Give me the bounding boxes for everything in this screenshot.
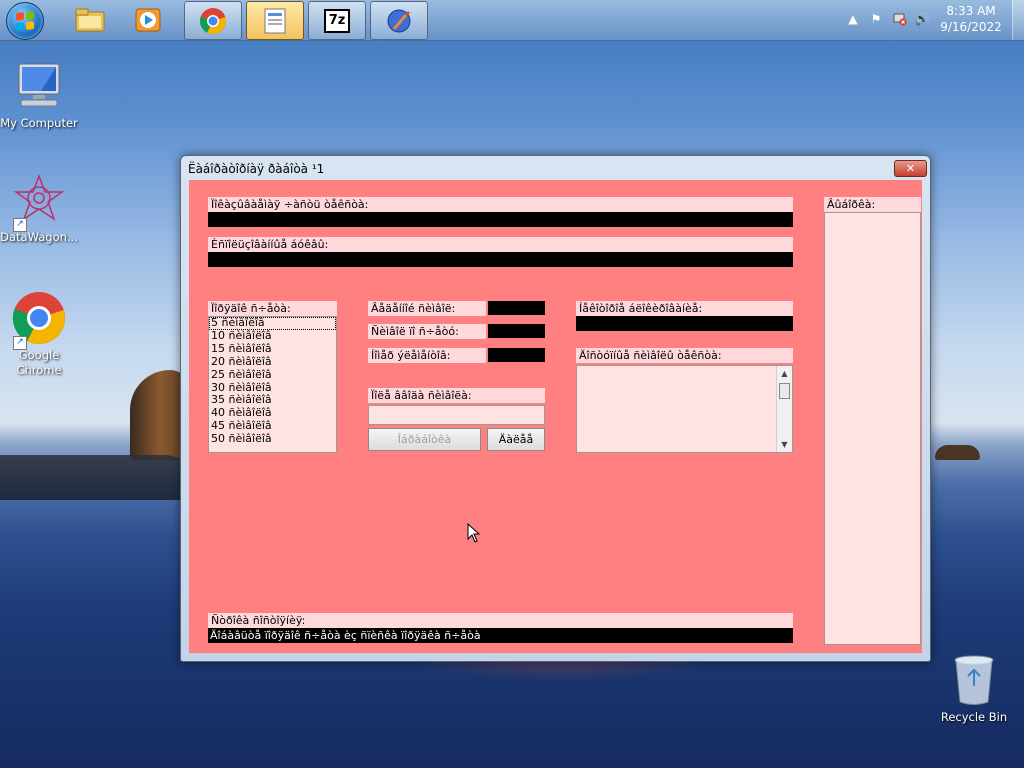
scroll-down-icon[interactable]: ▼ [777,437,792,452]
desktop-icon-label: Google Chrome [16,348,62,377]
desktop-icon-recycle-bin[interactable]: Recycle Bin [935,652,1013,725]
action-center-icon[interactable]: ⚑ [868,11,884,27]
close-button[interactable]: ✕ [894,160,927,177]
sidebar-label: Âûáîðêà: [824,197,921,212]
recycle-bin-icon [954,655,994,705]
desktop-icon-chrome[interactable]: ↗ Google Chrome [0,290,78,378]
new-text-input[interactable] [368,405,545,425]
desktop-icon-datawagon[interactable]: ↗ DataWagon... [0,172,78,245]
sidebar-listbox[interactable] [824,212,921,645]
taskbar-media-button[interactable] [120,1,176,38]
frequency-label: Íåêîòîðîå áëîêèðîâàíèå: [576,301,793,316]
taskbar-7zip-button[interactable]: 7z [308,1,366,40]
list-item[interactable]: 15 ñèìâîëîâ [209,342,336,356]
chars-label: Ñèìâîë ïî ñ÷åòó: [368,324,486,339]
start-button[interactable] [6,2,44,40]
desktop-icon-label: Recycle Bin [940,710,1008,724]
stats-textarea[interactable]: ▲ ▼ [576,365,793,453]
taskbar: 7z ▲ ⚑ 🔊 8:33 AM 9/16/2022 [0,0,1024,41]
clock-date: 9/16/2022 [940,20,1002,34]
counter-label: Ïîêàçûâàåìàÿ ÷àñòü òåêñòà: [208,197,793,212]
list-item[interactable]: 50 ñèìâîëîâ [209,432,336,446]
taskbar-app-button[interactable] [246,1,304,40]
window-title: Ëàáîðàòîðíàÿ ðàáîòà ¹1 [188,162,325,176]
status-label: Ñòðîêà ñîñòîÿíèÿ: [208,613,793,628]
mouse-cursor-icon [467,523,481,543]
desktop-icon-label: My Computer [0,116,78,130]
desktop-icon-label: DataWagon... [0,230,78,244]
taskbar-chrome-button[interactable] [184,1,242,40]
chrome-icon [199,7,226,34]
vertical-scrollbar[interactable]: ▲ ▼ [776,366,792,452]
sym-count-label: Íîìåð ýëåìåíòîâ: [368,348,486,363]
result-label: Èñïîëüçîâàííûå áóêâû: [208,237,793,252]
scroll-up-icon[interactable]: ▲ [777,366,792,381]
taskbar-pen-app-button[interactable] [370,1,428,40]
wallpaper-rock-right [935,445,980,460]
show-desktop-button[interactable] [1012,0,1024,40]
windows-logo-icon [16,11,34,31]
clock[interactable]: 8:33 AM 9/16/2022 [940,3,1002,35]
scroll-thumb[interactable] [779,383,790,399]
wallpaper-shore [0,455,200,500]
desktop-icon-my-computer[interactable]: My Computer [0,58,78,131]
7zip-label: 7z [328,13,346,28]
interval-listbox[interactable]: 5 ñèìâîëîâ 10 ñèìâîëîâ 15 ñèìâîëîâ 20 ñè… [208,316,337,453]
app-icon [264,8,286,33]
list-item[interactable]: 5 ñèìâîëîâ [209,316,336,330]
sym-count-output [488,348,545,362]
media-player-icon [135,8,161,31]
list-item[interactable]: 20 ñèìâîëîâ [209,355,336,369]
frequency-output [576,316,793,331]
new-text-label: Ïîëå ââîäà ñèìâîëà: [368,388,545,403]
close-icon: ✕ [905,162,916,175]
shortcut-arrow-icon: ↗ [13,218,27,232]
clock-time: 8:33 AM [946,4,996,18]
list-item[interactable]: 10 ñèìâîëîâ [209,329,336,343]
folder-icon [75,8,105,31]
taskbar-explorer-button[interactable] [62,1,118,38]
network-icon[interactable] [892,11,908,27]
window-client-area: Ïîêàçûâàåìàÿ ÷àñòü òåêñòà: Èñïîëüçîâàííû… [189,180,922,653]
chars-output [488,324,545,338]
list-item[interactable]: 25 ñèìâîëîâ [209,368,336,382]
pen-app-icon [387,9,411,32]
computer-icon [18,63,60,107]
next-button[interactable]: Äàëåå [487,428,545,451]
7zip-icon: 7z [324,8,350,33]
stats-label: Äîñòóïíûå ñèìâîëû òåêñòà: [576,348,793,363]
shortcut-arrow-icon: ↗ [13,336,27,350]
length-output [488,301,545,315]
interval-label: Ïîðÿäîê ñ÷åòà: [208,301,337,316]
volume-icon[interactable]: 🔊 [914,11,930,27]
app-window: Ëàáîðàòîðíàÿ ðàáîòà ¹1 ✕ Ïîêàçûâàåìàÿ ÷à… [180,155,931,662]
status-bar: Äîáàâüòå ïîðÿäîê ñ÷åòà èç ñïèñêà ïîðÿäêà… [208,628,793,643]
length-label: Âåäåííîé ñèìâîë: [368,301,486,316]
counter-output [208,212,793,227]
process-button[interactable]: Îáðàáîòêà [368,428,481,451]
tray-expand-icon[interactable]: ▲ [845,11,861,27]
result-output [208,252,793,267]
